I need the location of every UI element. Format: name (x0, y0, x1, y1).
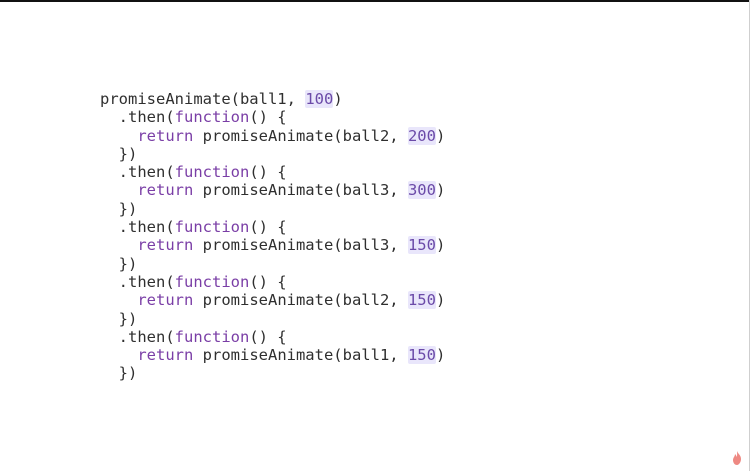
code-keyword: function (174, 272, 250, 291)
code-number: 100 (305, 90, 334, 108)
flame-icon (733, 451, 741, 465)
code-text: }) (100, 199, 138, 218)
code-line: return promiseAnimate(ball3, 150) (100, 236, 446, 255)
code-text: }) (100, 364, 138, 383)
code-text: () { (249, 218, 287, 237)
top-border (0, 0, 750, 2)
code-line: .then(function() { (100, 218, 445, 236)
code-line: return promiseAnimate(ball1, 150) (100, 346, 446, 365)
code-text: ) (435, 291, 446, 310)
code-text: .then( (100, 218, 175, 237)
code-keyword: return (137, 346, 194, 365)
code-line: return promiseAnimate(ball2, 200) (100, 126, 446, 145)
code-line: return promiseAnimate(ball2, 150) (100, 291, 446, 310)
code-line: }) (100, 310, 445, 328)
code-keyword: return (137, 291, 194, 310)
code-line: .then(function() { (100, 273, 445, 291)
code-text: }) (100, 309, 138, 328)
code-text: () { (249, 272, 287, 291)
code-keyword: function (174, 163, 250, 182)
code-text: ) (435, 236, 446, 255)
code-line: }) (100, 255, 445, 273)
code-text: promiseAnimate(ball3, (193, 181, 408, 200)
code-line: .then(function() { (100, 328, 445, 346)
code-text: ) (435, 181, 446, 200)
code-keyword: function (174, 327, 250, 346)
code-text: .then( (100, 163, 175, 182)
code-block: promiseAnimate(ball1, 100) .then(functio… (100, 90, 445, 383)
code-line: }) (100, 145, 445, 163)
code-keyword: function (174, 108, 250, 127)
code-text: () { (249, 163, 287, 182)
slide-frame: promiseAnimate(ball1, 100) .then(functio… (0, 0, 750, 471)
code-text: }) (100, 254, 138, 273)
code-number: 150 (407, 346, 436, 365)
code-text: .then( (100, 327, 175, 346)
code-keyword: return (137, 126, 194, 145)
code-number: 150 (407, 236, 436, 255)
code-text: promiseAnimate(ball2, (193, 291, 408, 310)
code-line: }) (100, 364, 445, 382)
code-text: () { (249, 108, 287, 127)
code-text: .then( (100, 108, 175, 127)
code-line: }) (100, 200, 445, 218)
code-keyword: function (174, 218, 250, 237)
code-text: promiseAnimate(ball1, (193, 346, 408, 365)
code-line: promiseAnimate(ball1, 100) (100, 90, 445, 108)
code-text: () { (249, 327, 287, 346)
code-line: .then(function() { (100, 163, 445, 181)
code-keyword: return (137, 181, 194, 200)
code-line: .then(function() { (100, 108, 445, 126)
code-text: ) (435, 126, 446, 145)
code-line: return promiseAnimate(ball3, 300) (100, 181, 446, 200)
code-number: 150 (407, 291, 436, 310)
code-text: promiseAnimate(ball3, (193, 236, 408, 255)
code-text: ) (435, 346, 446, 365)
code-text: promiseAnimate(ball1, (100, 90, 306, 108)
code-text: .then( (100, 272, 175, 291)
code-number: 300 (407, 181, 436, 200)
code-keyword: return (137, 236, 194, 255)
code-text: }) (100, 144, 138, 163)
code-number: 200 (407, 126, 436, 145)
code-text: ) (333, 90, 343, 108)
code-text: promiseAnimate(ball2, (193, 126, 408, 145)
